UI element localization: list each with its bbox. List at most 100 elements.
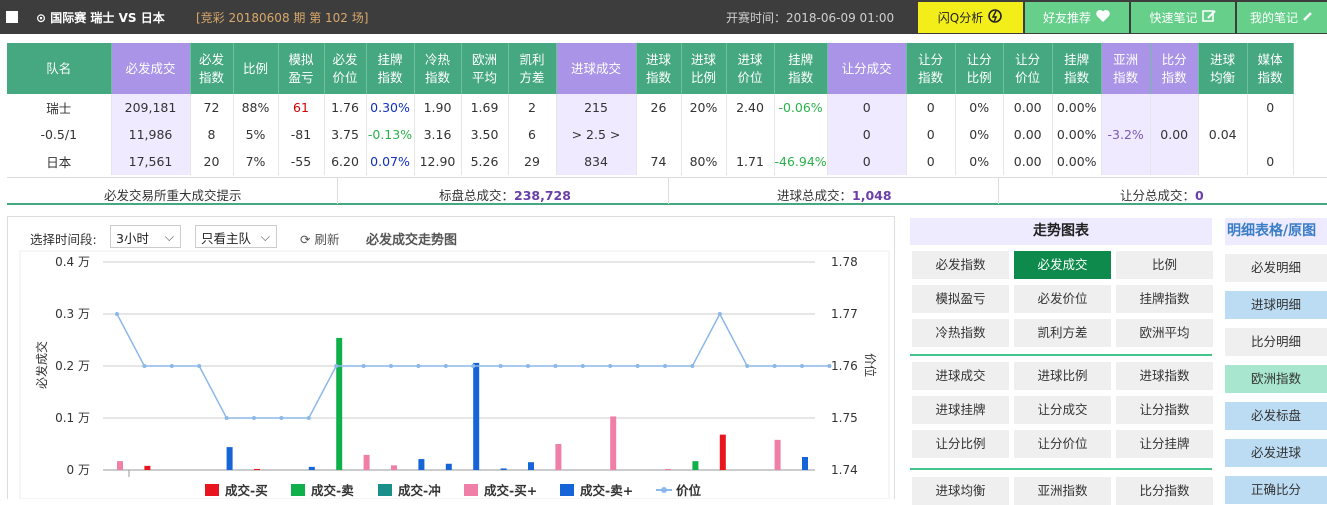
trend-chart-button[interactable]: 模拟盈亏 (912, 285, 1009, 313)
friend-recommend-button[interactable]: 好友推荐 (1025, 2, 1129, 33)
trend-chart-panel: 走势图表 必发指数 必发成交 比例 模拟盈亏 必发价位 挂牌指数 冷热指数 凯利方差 欧洲平均进… (910, 218, 1213, 505)
detail-panel: 明细表格/原图 必发明细进球明细比分明细欧洲指数必发标盘必发进球正确比分 (1225, 218, 1327, 504)
trend-chart-button[interactable]: 比分指数 (1116, 477, 1213, 505)
trend-chart-button[interactable]: 让分指数 (1116, 396, 1213, 424)
bar-buyplus (555, 444, 562, 470)
column-header-line: 媒体 (1257, 51, 1283, 67)
column-header-line: 价位 (1015, 69, 1041, 85)
table-cell: -3.2% (1101, 121, 1151, 148)
y-left-tick-label: 0.4 万 (55, 255, 90, 269)
quick-note-label: 快速笔记 (1149, 11, 1198, 25)
bar-buyplus (363, 454, 370, 470)
trend-chart-button[interactable]: 凯利方差 (1014, 319, 1111, 347)
price-point (663, 364, 667, 368)
column-header-line: 让分 (966, 51, 992, 67)
table-cell (1150, 148, 1199, 175)
bar-buy (144, 465, 151, 470)
bar-buyplus (665, 468, 671, 470)
trend-chart-button[interactable]: 挂牌指数 (1116, 285, 1213, 313)
y-left-tick-label: 0.3 万 (55, 307, 90, 321)
column-header-line: 指数 (1161, 69, 1187, 85)
price-point (361, 364, 366, 368)
bar-sell (692, 461, 699, 470)
trend-chart-button[interactable]: 让分成交 (1014, 396, 1111, 424)
table-cell: 0.00 (1150, 121, 1199, 148)
detail-panel-title: 明细表格/原图 (1225, 218, 1327, 245)
trend-panel-title: 走势图表 (910, 218, 1212, 245)
legend-swatch (464, 484, 478, 496)
trend-chart-button[interactable]: 必发价位 (1014, 285, 1111, 313)
y-right-tick-label: 1.75 (831, 411, 858, 425)
detail-button[interactable]: 正确比分 (1225, 476, 1327, 504)
bar-buy (719, 434, 726, 470)
trend-chart-button[interactable]: 欧洲平均 (1116, 319, 1213, 347)
edit-icon (1201, 9, 1217, 26)
flash-analysis-button[interactable]: 闪Q分析 (918, 2, 1023, 33)
column-header-line: 均衡 (1210, 69, 1236, 85)
column-header-line: 比例 (966, 69, 992, 85)
price-point (252, 416, 256, 420)
price-point (498, 364, 503, 368)
trend-chart-button[interactable]: 进球挂牌 (912, 396, 1009, 424)
price-point (580, 364, 585, 368)
trend-chart-button[interactable]: 进球成交 (912, 362, 1009, 390)
flash-icon (987, 8, 1003, 27)
legend-label: 成交-卖 (311, 483, 354, 498)
price-point (717, 312, 722, 316)
plot-area (19, 250, 890, 499)
bar-buyplus (774, 439, 781, 470)
bar-buyplus (391, 465, 397, 470)
trend-chart-button[interactable]: 亚洲指数 (1014, 477, 1111, 505)
trend-chart-button[interactable]: 冷热指数 (912, 319, 1009, 347)
my-notes-button[interactable]: 我的笔记 (1237, 2, 1327, 33)
column-header-line: 让分 (918, 51, 944, 67)
column-header-line: 指数 (1257, 69, 1283, 85)
table-cell: 0.00% (1052, 148, 1102, 175)
trend-chart-button[interactable]: 让分挂牌 (1116, 430, 1213, 458)
y-left-tick-label: 0 万 (67, 463, 90, 477)
table-cell (1247, 121, 1294, 148)
detail-button[interactable]: 必发标盘 (1225, 402, 1327, 430)
quick-note-button[interactable]: 快速笔记 (1131, 2, 1235, 33)
trend-chart-button[interactable]: 比例 (1116, 251, 1213, 279)
trend-chart-button[interactable]: 进球比例 (1014, 362, 1111, 390)
column-header-line: 指数 (918, 69, 944, 85)
legend-swatch (205, 484, 219, 496)
price-point (416, 364, 421, 368)
table-cell: 0.00 (1003, 148, 1053, 175)
bar-sellplus (473, 362, 480, 470)
handicap-trade-label: 让分总成交： (1120, 188, 1196, 203)
trend-chart-button[interactable]: 进球指数 (1116, 362, 1213, 390)
price-point (526, 364, 530, 368)
detail-button[interactable]: 必发进球 (1225, 439, 1327, 467)
price-point (115, 312, 119, 316)
price-point (827, 364, 832, 368)
trend-chart-button[interactable]: 让分比例 (912, 430, 1009, 458)
heart-icon (1095, 9, 1111, 26)
table-cell: 0 (906, 94, 956, 121)
column-header: 让分 价位 (1003, 43, 1053, 94)
trend-chart-button[interactable]: 进球均衡 (912, 477, 1009, 505)
trade-trend-chart: 0 万 0.1 万 0.2 万 0.3 万 0.4 万 1.74 1.75 1.76 1.77 1… (19, 250, 890, 499)
handicap-trade: 让分总成交：0 (1120, 185, 1204, 204)
my-notes-label: 我的笔记 (1249, 11, 1298, 25)
column-header-line: 指数 (1064, 69, 1090, 85)
legend-swatch (661, 487, 667, 493)
price-point (142, 364, 147, 368)
price-point (334, 364, 339, 368)
detail-button[interactable]: 必发明细 (1225, 254, 1327, 282)
detail-button[interactable]: 比分明细 (1225, 328, 1327, 356)
trend-chart-button[interactable]: 让分价位 (1014, 430, 1111, 458)
y-right-tick-label: 1.74 (831, 463, 858, 477)
detail-button[interactable]: 欧洲指数 (1225, 365, 1327, 393)
table-cell (1101, 94, 1151, 121)
trend-chart-button[interactable]: 必发成交 (1014, 251, 1111, 279)
detail-button[interactable]: 进球明细 (1225, 291, 1327, 319)
table-cell: 0% (955, 121, 1004, 148)
legend-label: 成交-卖+ (580, 483, 633, 498)
price-point (608, 364, 613, 368)
trend-chart-button[interactable]: 必发指数 (912, 251, 1009, 279)
price-point (800, 364, 804, 368)
bar-sellplus (802, 457, 808, 470)
column-header-line: 比分 (1161, 51, 1187, 67)
